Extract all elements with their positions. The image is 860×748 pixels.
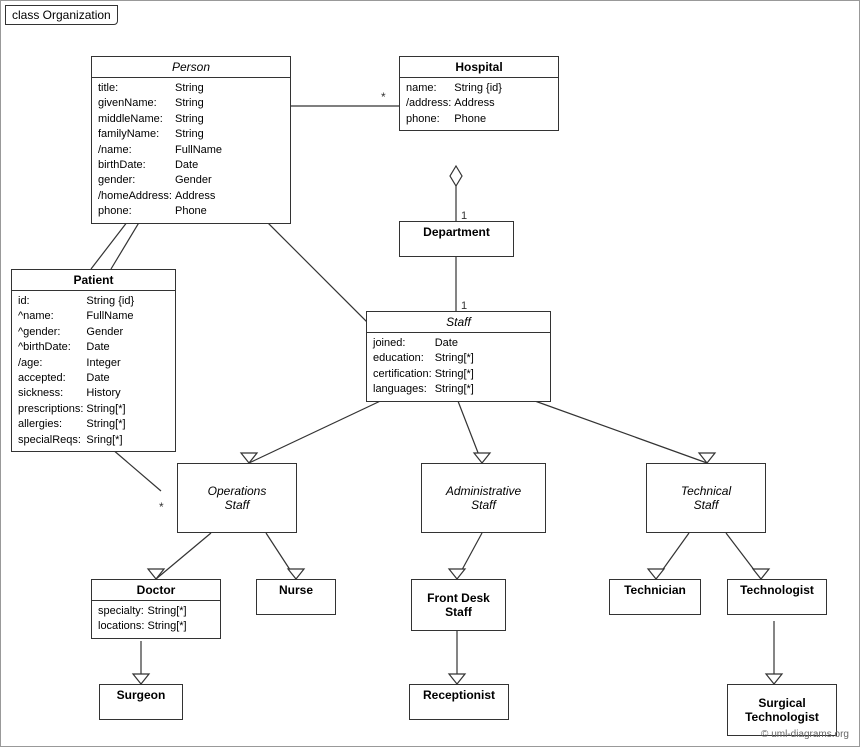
surgeon-class: Surgeon	[99, 684, 183, 720]
surgeon-title: Surgeon	[100, 685, 182, 705]
technical-staff-title: TechnicalStaff	[647, 464, 765, 532]
patient-class: Patient id:String {id} ^name:FullName ^g…	[11, 269, 176, 452]
receptionist-title: Receptionist	[410, 685, 508, 705]
administrative-staff-class: AdministrativeStaff	[421, 463, 546, 533]
svg-text:*: *	[381, 90, 386, 104]
person-title: Person	[92, 57, 290, 78]
front-desk-title: Front DeskStaff	[412, 580, 505, 630]
receptionist-class: Receptionist	[409, 684, 509, 720]
nurse-class: Nurse	[256, 579, 336, 615]
surgical-technologist-title: SurgicalTechnologist	[728, 685, 836, 735]
staff-title: Staff	[367, 312, 550, 333]
staff-class: Staff joined:Date education:String[*] ce…	[366, 311, 551, 402]
administrative-staff-title: AdministrativeStaff	[422, 464, 545, 532]
technician-class: Technician	[609, 579, 701, 615]
hospital-title: Hospital	[400, 57, 558, 78]
person-attrs: title:String givenName:String middleName…	[92, 78, 290, 223]
operations-staff-title: OperationsStaff	[178, 464, 296, 532]
department-title: Department	[400, 222, 513, 242]
hospital-attrs: name:String {id} /address:Address phone:…	[400, 78, 558, 130]
diagram-container: class Organization * * 1 * 1 *	[0, 0, 860, 747]
svg-text:*: *	[159, 500, 164, 514]
technologist-class: Technologist	[727, 579, 827, 615]
doctor-title: Doctor	[92, 580, 220, 601]
copyright: © uml-diagrams.org	[761, 729, 849, 740]
technical-staff-class: TechnicalStaff	[646, 463, 766, 533]
hospital-class: Hospital name:String {id} /address:Addre…	[399, 56, 559, 131]
technician-title: Technician	[610, 580, 700, 600]
diagram-title: class Organization	[5, 5, 118, 25]
staff-attrs: joined:Date education:String[*] certific…	[367, 333, 550, 401]
person-class: Person title:String givenName:String mid…	[91, 56, 291, 224]
nurse-title: Nurse	[257, 580, 335, 600]
operations-staff-class: OperationsStaff	[177, 463, 297, 533]
patient-attrs: id:String {id} ^name:FullName ^gender:Ge…	[12, 291, 175, 451]
doctor-class: Doctor specialty:String[*] locations:Str…	[91, 579, 221, 639]
technologist-title: Technologist	[728, 580, 826, 600]
front-desk-staff-class: Front DeskStaff	[411, 579, 506, 631]
patient-title: Patient	[12, 270, 175, 291]
department-class: Department	[399, 221, 514, 257]
doctor-attrs: specialty:String[*] locations:String[*]	[92, 601, 220, 638]
